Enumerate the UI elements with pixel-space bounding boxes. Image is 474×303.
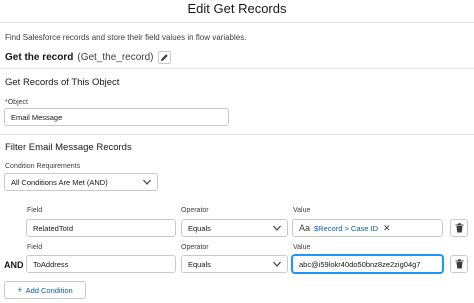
element-description: Find Salesforce records and store their … bbox=[5, 33, 247, 42]
condition-1-field-label: Field bbox=[27, 207, 43, 214]
edit-label-button[interactable] bbox=[157, 50, 171, 64]
record-label: Get the record bbox=[5, 51, 74, 63]
condition-1-field-input[interactable]: RelatedToId bbox=[26, 219, 176, 237]
condition-2-value-input[interactable]: abc@i59lokr40do50bnz8ze2zig04g7 bbox=[292, 255, 443, 273]
plus-icon: + bbox=[17, 285, 23, 295]
condition-2-logic-label: AND bbox=[4, 260, 24, 270]
condition-requirements-value: All Conditions Are Met (AND) bbox=[11, 177, 108, 187]
condition-2-field-input[interactable]: ToAddress bbox=[26, 255, 176, 273]
add-condition-button[interactable]: + Add Condition bbox=[4, 281, 86, 299]
section-divider-2 bbox=[0, 134, 474, 135]
object-input[interactable]: Email Message bbox=[4, 108, 229, 126]
condition-2-operator-label: Operator bbox=[181, 244, 209, 251]
condition-2-field-value: ToAddress bbox=[33, 259, 69, 269]
filter-section-heading: Filter Email Message Records bbox=[5, 142, 132, 153]
condition-1-value-input[interactable]: Aa $Record > Case ID ✕ bbox=[292, 219, 443, 237]
condition-requirements-label: Condition Requirements bbox=[5, 163, 81, 170]
modal-title: Edit Get Records bbox=[187, 1, 287, 16]
section-divider-1 bbox=[0, 68, 474, 69]
condition-2-field-label: Field bbox=[27, 244, 43, 251]
pencil-icon bbox=[160, 53, 168, 61]
condition-2-operator-value: Equals bbox=[188, 259, 211, 269]
object-input-value: Email Message bbox=[11, 112, 63, 122]
condition-1-value-pill[interactable]: Aa $Record > Case ID ✕ bbox=[299, 223, 391, 234]
chevron-down-icon bbox=[273, 225, 281, 231]
condition-1-value-text: $Record > Case ID bbox=[314, 223, 379, 233]
condition-1-operator-value: Equals bbox=[188, 223, 211, 233]
record-api-name: (Get_the_record) bbox=[77, 51, 154, 63]
condition-2-value-label: Value bbox=[293, 244, 311, 251]
chevron-down-icon bbox=[143, 179, 151, 185]
close-icon[interactable]: ✕ bbox=[383, 223, 391, 234]
condition-1-value-label: Value bbox=[293, 207, 311, 214]
condition-1-delete-button[interactable] bbox=[450, 219, 468, 237]
text-type-icon: Aa bbox=[299, 223, 311, 233]
add-condition-label: Add Condition bbox=[25, 285, 73, 295]
trash-icon bbox=[455, 259, 463, 269]
title-divider bbox=[0, 22, 474, 23]
trash-icon bbox=[455, 223, 463, 233]
condition-1-operator-select[interactable]: Equals bbox=[181, 219, 288, 237]
chevron-down-icon bbox=[273, 261, 281, 267]
record-label-line: Get the record (Get_the_record) bbox=[5, 50, 171, 64]
condition-2-delete-button[interactable] bbox=[450, 255, 468, 273]
condition-1-operator-label: Operator bbox=[181, 207, 209, 214]
condition-1-field-value: RelatedToId bbox=[33, 223, 74, 233]
object-section-heading: Get Records of This Object bbox=[5, 77, 120, 88]
condition-2-value-text: abc@i59lokr40do50bnz8ze2zig04g7 bbox=[299, 259, 421, 269]
condition-2-operator-select[interactable]: Equals bbox=[181, 255, 288, 273]
object-field-label: *Object bbox=[5, 99, 28, 106]
condition-requirements-select[interactable]: All Conditions Are Met (AND) bbox=[4, 173, 158, 191]
